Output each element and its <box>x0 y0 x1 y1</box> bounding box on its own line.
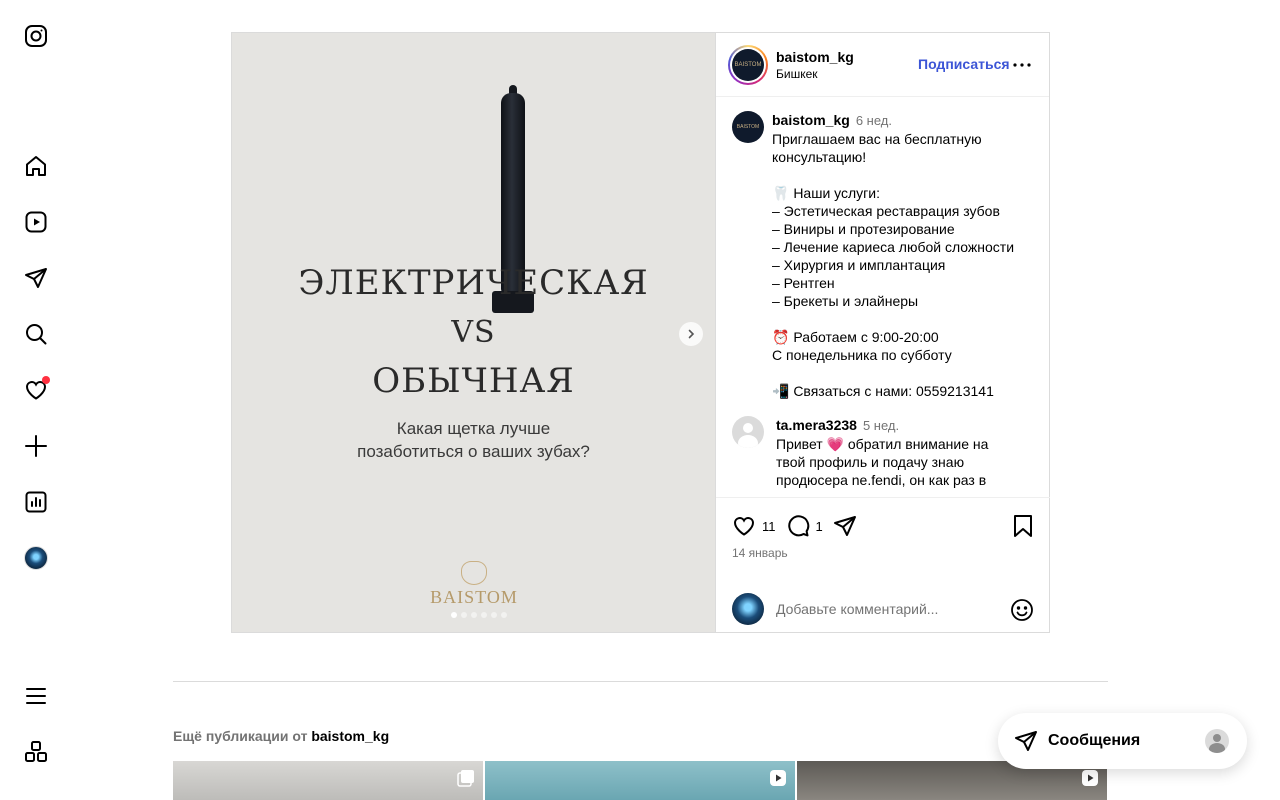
carousel-next-button[interactable] <box>679 322 703 346</box>
share-button[interactable] <box>833 514 857 538</box>
menu-icon[interactable] <box>22 682 50 710</box>
tooth-logo-icon <box>461 561 487 585</box>
save-bookmark-icon[interactable] <box>1012 514 1034 538</box>
notifications-heart-icon[interactable] <box>22 376 50 404</box>
carousel-dot <box>491 612 497 618</box>
reel-icon <box>769 769 787 787</box>
more-posts-grid <box>173 761 1107 800</box>
reels-icon[interactable] <box>22 208 50 236</box>
comment-item: ta.mera3238 5 нед. Привет 💗 обратил внима… <box>732 416 1034 489</box>
search-icon[interactable] <box>22 320 50 348</box>
reel-icon <box>1081 769 1099 787</box>
divider <box>173 681 1108 682</box>
post-sidebar: BAISTOM baistom_kg Бишкек Подписаться BA… <box>715 33 1050 632</box>
apps-grid-icon[interactable] <box>22 738 50 766</box>
comment-username[interactable]: ta.mera3238 <box>776 417 857 433</box>
brand-logo: BAISTOM <box>429 561 519 608</box>
brand-logo-text: BAISTOM <box>430 587 518 607</box>
post-thumbnail[interactable] <box>485 761 795 800</box>
more-posts-username[interactable]: baistom_kg <box>311 728 389 744</box>
comments-list[interactable]: BAISTOM baistom_kg 6 нед. Приглашаем вас … <box>716 97 1050 497</box>
author-avatar: BAISTOM <box>732 48 764 81</box>
post-header: BAISTOM baistom_kg Бишкек Подписаться <box>716 33 1049 97</box>
profile-avatar[interactable] <box>22 544 50 572</box>
caption: BAISTOM baistom_kg 6 нед. Приглашаем вас … <box>732 111 1034 400</box>
home-icon[interactable] <box>22 152 50 180</box>
like-count[interactable]: 11 <box>762 519 776 534</box>
caption-avatar[interactable]: BAISTOM <box>732 111 764 143</box>
side-navigation <box>0 0 72 800</box>
notification-dot <box>42 376 50 384</box>
like-button[interactable]: 11 <box>732 514 776 538</box>
media-subtitle: Какая щетка лучше позаботиться о ваших з… <box>357 419 590 461</box>
current-user-avatar <box>732 593 764 625</box>
author-avatar-story-ring[interactable]: BAISTOM <box>728 44 768 85</box>
comment-input[interactable] <box>776 601 996 617</box>
messages-avatar <box>1205 729 1229 753</box>
post-actions: 11 1 14 январь <box>716 497 1050 632</box>
carousel-dot <box>471 612 477 618</box>
add-comment-bar <box>716 586 1050 632</box>
author-username[interactable]: baistom_kg <box>776 48 854 66</box>
commenter-avatar[interactable] <box>732 416 764 448</box>
comment-count[interactable]: 1 <box>816 519 823 534</box>
messages-label: Сообщения <box>1048 732 1141 749</box>
more-posts-heading: Ещё публикации от baistom_kg <box>173 728 389 744</box>
carousel-dot <box>461 612 467 618</box>
caption-username[interactable]: baistom_kg <box>772 112 850 128</box>
more-posts-prefix: Ещё публикации от <box>173 728 308 744</box>
post-location[interactable]: Бишкек <box>776 66 854 82</box>
media-headline-3: ОБЫЧНАЯ <box>372 361 575 401</box>
comment-text: Привет 💗 обратил внимание на твой профил… <box>776 436 989 488</box>
media-headline-2: VS <box>451 315 496 350</box>
emoji-icon[interactable] <box>1010 598 1034 622</box>
comment-time[interactable]: 5 нед. <box>863 418 899 433</box>
post-card: ЭЛЕКТРИЧЕСКАЯ VS ОБЫЧНАЯ Какая щетка луч… <box>231 32 1050 633</box>
follow-button[interactable]: Подписаться <box>918 56 1010 72</box>
carousel-dots <box>451 612 507 618</box>
more-options-icon[interactable] <box>1012 55 1032 75</box>
create-plus-icon[interactable] <box>22 432 50 460</box>
media-headline-1: ЭЛЕКТРИЧЕСКАЯ <box>298 263 649 303</box>
carousel-dot <box>451 612 457 618</box>
messages-button[interactable]: Сообщения <box>998 713 1247 769</box>
post-date[interactable]: 14 январь <box>732 546 788 560</box>
carousel-dot <box>481 612 487 618</box>
carousel-dot <box>501 612 507 618</box>
caption-text: Приглашаем вас на бесплатную консультаци… <box>772 131 1015 399</box>
direct-icon[interactable] <box>22 264 50 292</box>
post-thumbnail[interactable] <box>173 761 483 800</box>
instagram-logo-icon[interactable] <box>22 22 50 50</box>
comment-button[interactable]: 1 <box>786 514 823 538</box>
post-media[interactable]: ЭЛЕКТРИЧЕСКАЯ VS ОБЫЧНАЯ Какая щетка луч… <box>232 33 715 632</box>
messages-direct-icon <box>1014 729 1038 753</box>
carousel-icon <box>457 769 475 787</box>
dashboard-chart-icon[interactable] <box>22 488 50 516</box>
caption-time[interactable]: 6 нед. <box>856 113 892 128</box>
